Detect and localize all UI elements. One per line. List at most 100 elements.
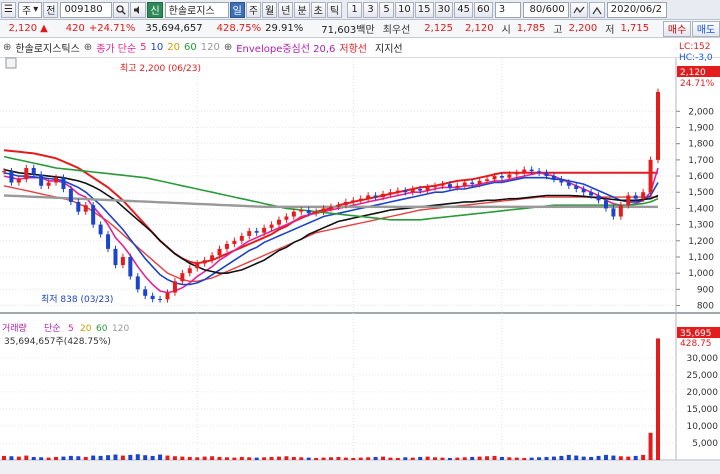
volume-bar [559, 455, 564, 460]
candle-body [54, 177, 59, 183]
candle-body [276, 219, 281, 225]
volume-bar [165, 455, 170, 460]
volume-bar [314, 457, 319, 460]
candle-body [551, 176, 556, 180]
volume-bar [61, 456, 66, 460]
volume-bar [158, 454, 163, 460]
volume-bar [410, 457, 415, 460]
candle-body [180, 273, 185, 282]
volume-legend-120: 120 [112, 324, 129, 334]
candle-body [16, 179, 21, 183]
candle-body [559, 179, 564, 183]
volume-bar [172, 456, 177, 460]
candle-body [566, 182, 571, 186]
candle-body [656, 91, 660, 160]
candle-body [83, 205, 88, 212]
candle-body [477, 180, 482, 185]
volume-bar [217, 456, 222, 460]
volume-bar [202, 456, 207, 460]
volume-bar [499, 456, 504, 460]
candle-body [39, 174, 44, 186]
candle-body [618, 205, 623, 217]
candle-body [150, 295, 155, 300]
price-tick-label: 800 [697, 302, 714, 312]
candle-body [76, 201, 81, 212]
volume-bar [455, 457, 460, 460]
volume-bar [477, 456, 482, 460]
volume-bar [611, 455, 616, 460]
candle-body [2, 171, 6, 173]
volume-bar [247, 457, 252, 460]
candle-body [395, 190, 400, 193]
volume-bar [143, 455, 148, 460]
candle-body [254, 231, 259, 233]
volume-bar [566, 454, 571, 460]
volume-bar [68, 455, 73, 460]
price-tick-label: 1,600 [688, 172, 714, 182]
candle-body [455, 185, 460, 188]
candle-body [165, 292, 170, 300]
volume-bar [98, 455, 103, 460]
candle-body [291, 211, 296, 217]
price-chart[interactable]: 800 900 1,000 1,100 1,200 1,300 1,400 1,500 1,60… [0, 0, 720, 474]
candle-body [440, 184, 445, 186]
volume-bar [239, 456, 244, 460]
volume-bar [291, 456, 296, 460]
volume-bar [470, 456, 475, 460]
volume-bar [276, 456, 281, 460]
candle-body [507, 174, 512, 178]
volume-bar [618, 456, 623, 460]
price-tick-label: 1,700 [688, 156, 714, 166]
volume-tick-label: 15,000 [687, 405, 719, 415]
volume-bar [425, 456, 430, 460]
volume-bar [113, 454, 118, 460]
candle-body [596, 195, 601, 201]
candle-body [195, 263, 200, 269]
candle-body [143, 289, 148, 296]
volume-tag-text: 35,695 [680, 329, 712, 339]
hc-label: HC:-3,0 [679, 53, 713, 63]
volume-bar [641, 454, 646, 460]
candle-body [120, 256, 125, 266]
candle-body [262, 227, 267, 233]
volume-bar [633, 455, 638, 460]
volume-legend-label: 거래량 [2, 322, 27, 334]
volume-bar [262, 457, 267, 460]
volume-bar [589, 456, 594, 460]
volume-legend-5: 5 [68, 324, 74, 334]
high-annotation: 최고 2,200 (06/23) [120, 63, 201, 74]
candle-body [574, 185, 579, 189]
volume-bar [603, 454, 608, 460]
candle-body [135, 276, 140, 290]
candle-body [343, 201, 348, 206]
candle-body [366, 195, 371, 199]
candle-body [46, 182, 51, 186]
volume-tick-label: 25,000 [687, 371, 719, 381]
volume-bar [388, 457, 393, 460]
volume-bar [381, 456, 386, 460]
candle-body [321, 208, 326, 212]
candle-body [187, 268, 192, 274]
panel-menu-button[interactable] [5, 57, 17, 69]
volume-bar [76, 456, 81, 460]
volume-bar [321, 457, 326, 460]
candle-body [299, 210, 304, 212]
candle-body [210, 255, 215, 261]
volume-bar [106, 455, 111, 460]
volume-bar [351, 457, 356, 460]
low-annotation: 최저 838 (03/23) [41, 294, 113, 305]
volume-bar [329, 457, 333, 460]
volume-legend-20: 20 [80, 324, 92, 334]
volume-bar [83, 456, 88, 460]
volume-legend-ma: 단순 [44, 323, 61, 334]
price-tick-label: 1,500 [688, 188, 714, 198]
candle-body [537, 171, 542, 173]
candle-body [648, 159, 653, 193]
price-tick-label: 1,000 [688, 269, 714, 279]
candle-body [425, 187, 430, 191]
candle-body [284, 216, 289, 220]
volume-bar [358, 457, 363, 460]
candle-body [581, 189, 586, 193]
candle-body [128, 256, 133, 277]
candle-body [306, 210, 311, 214]
